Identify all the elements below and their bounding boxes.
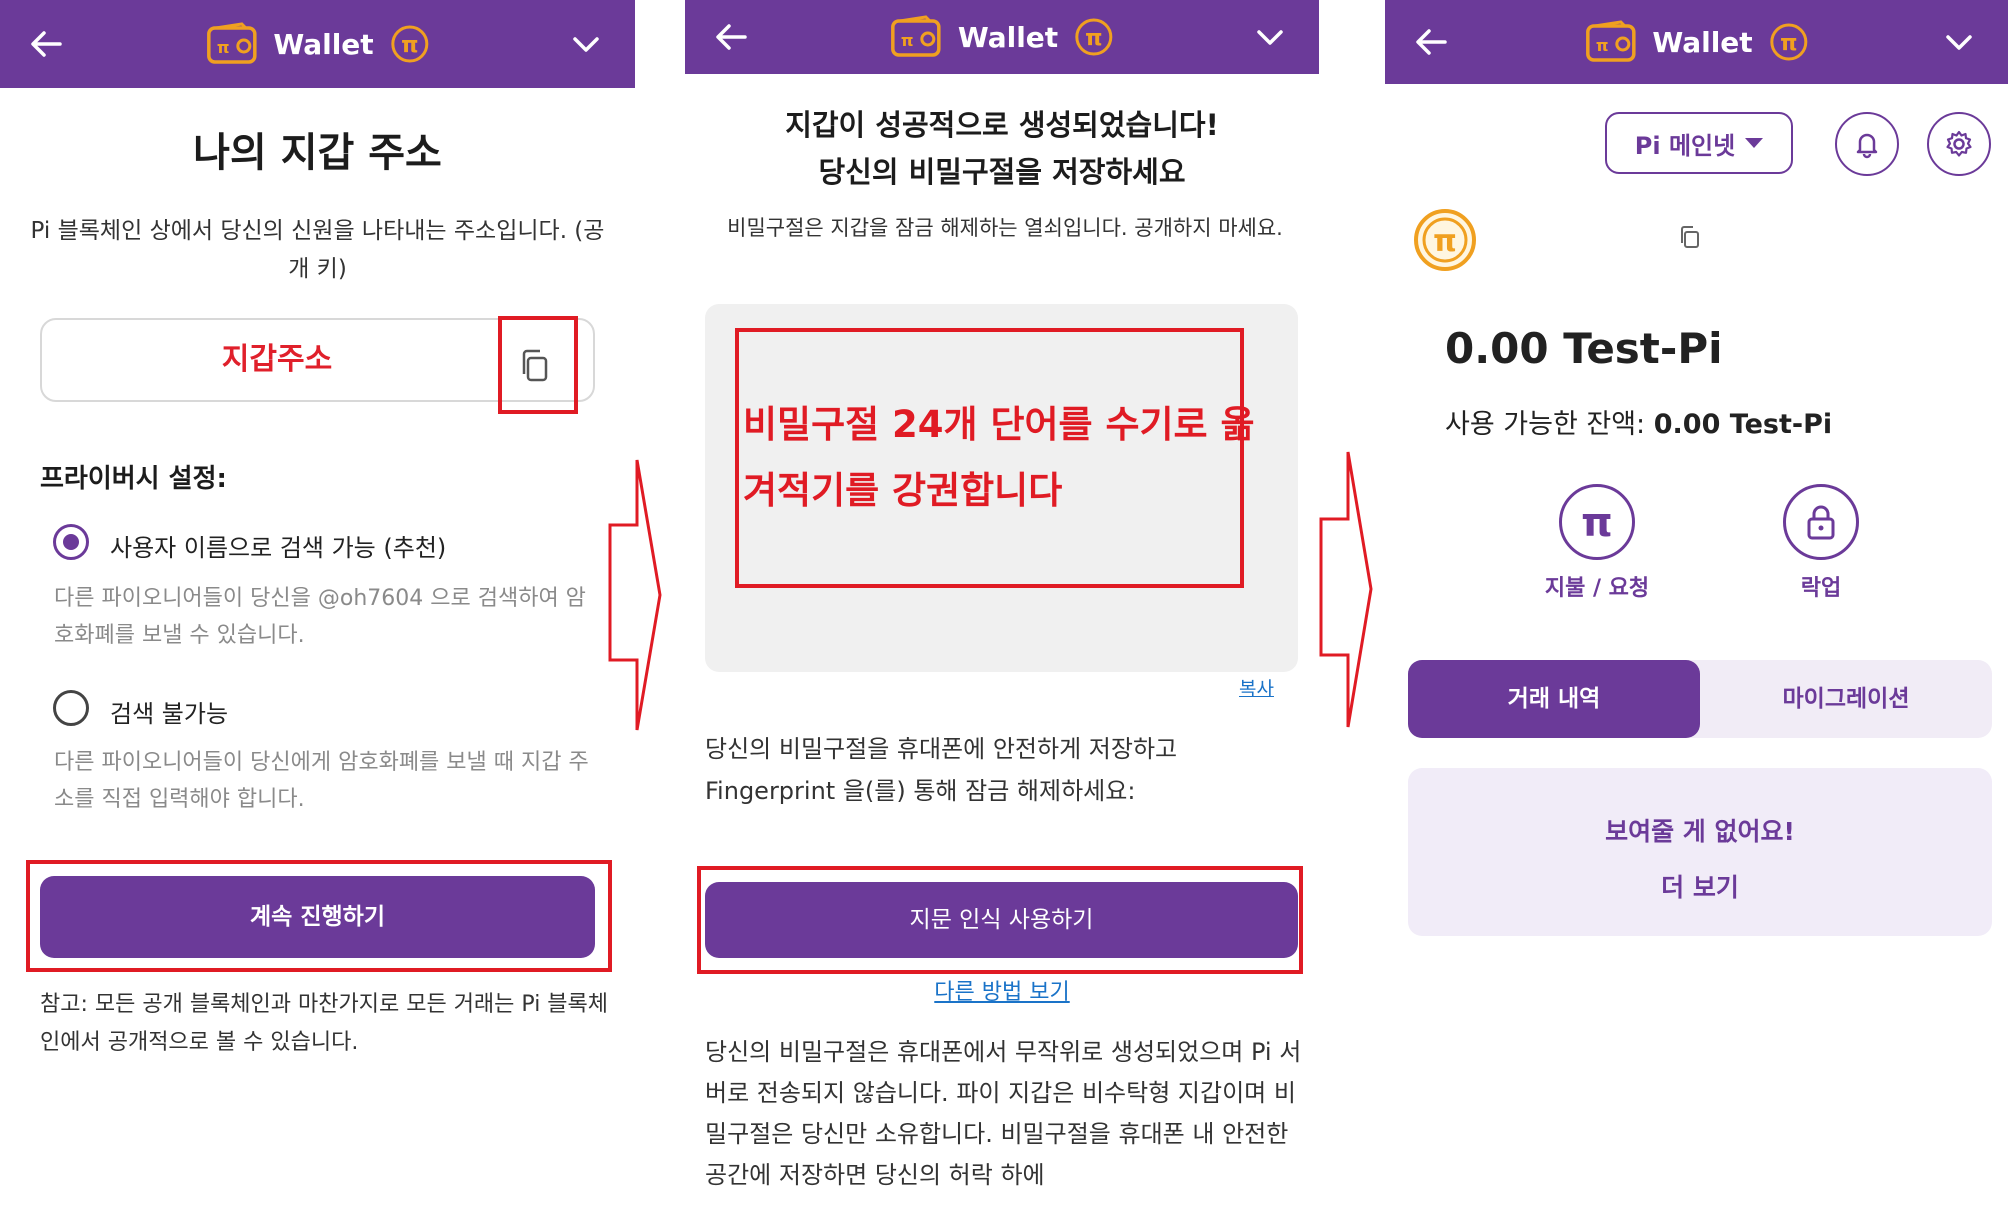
- svg-text:π: π: [1780, 31, 1797, 56]
- success-title-line1: 지갑이 성공적으로 생성되었습니다!: [785, 108, 1219, 142]
- header-title: Wallet: [273, 27, 374, 61]
- public-note: 참고: 모든 공개 블록체인과 마찬가지로 모든 거래는 Pi 블록체인에서 공…: [40, 992, 609, 1055]
- unsearchable-option-label: 검색 불가능: [110, 700, 229, 728]
- success-title: 지갑이 성공적으로 생성되었습니다! 당신의 비밀구절을 저장하세요: [685, 102, 1319, 196]
- searchable-radio[interactable]: [53, 524, 89, 560]
- passphrase-description: 비밀구절은 지갑을 잠금 해제하는 열쇠입니다. 공개하지 마세요.: [727, 216, 1283, 240]
- screen-wallet-address: π Wallet π 나의 지갑 주소 Pi 블록체인 상에서 당신의 신원을 …: [0, 0, 635, 1212]
- header-title: Wallet: [1652, 25, 1753, 59]
- svg-text:π: π: [1433, 224, 1457, 259]
- header-bar: π Wallet π: [0, 0, 635, 88]
- lockup-label: 락업: [1800, 576, 1842, 601]
- pi-coin-icon: π: [1075, 18, 1113, 56]
- network-select-label: Pi 메인넷: [1634, 131, 1736, 160]
- wallet-icon: π: [891, 15, 941, 57]
- address-description: Pi 블록체인 상에서 당신의 신원을 나타내는 주소입니다. (공개 키): [30, 218, 605, 282]
- chevron-down-icon[interactable]: [1942, 25, 1976, 59]
- copy-icon[interactable]: [1675, 222, 1705, 252]
- pay-request-button[interactable]: π: [1559, 484, 1635, 560]
- header-brand: π Wallet π: [1584, 20, 1808, 64]
- flow-arrow-2-icon: [1319, 451, 1373, 728]
- pay-request-label: 지불 / 요청: [1544, 576, 1650, 601]
- pi-coin-icon: π: [391, 25, 429, 63]
- lock-icon: [1807, 505, 1835, 540]
- empty-state-title: 보여줄 게 없어요!: [1605, 817, 1795, 846]
- balance-amount: 0.00 Test-Pi: [1445, 324, 1723, 373]
- notifications-button[interactable]: [1835, 112, 1899, 176]
- svg-text:π: π: [901, 31, 914, 50]
- pi-symbol-icon: π: [1581, 500, 1613, 545]
- header-bar: π Wallet π: [685, 0, 1319, 74]
- pi-coin-icon: π: [1770, 23, 1808, 61]
- svg-text:π: π: [401, 33, 418, 58]
- screen-wallet-home: π Wallet π Pi 메인넷 π 0.00 Test-Pi 사용 가능한 …: [1385, 0, 2008, 1212]
- gear-icon: [1946, 130, 1972, 157]
- back-arrow-icon[interactable]: [1411, 22, 1451, 62]
- bell-icon: [1856, 133, 1878, 159]
- wallet-address-label: 지갑주소: [221, 342, 333, 377]
- svg-text:π: π: [216, 38, 229, 57]
- store-instructions: 당신의 비밀구절을 휴대폰에 안전하게 저장하고 Fingerprint 을(를…: [705, 735, 1178, 805]
- copy-link[interactable]: 복사: [1239, 674, 1274, 701]
- success-title-line2: 당신의 비밀구절을 저장하세요: [818, 155, 1186, 189]
- header-brand: π Wallet π: [205, 22, 429, 66]
- see-more-link[interactable]: 더 보기: [1408, 868, 1992, 904]
- searchable-option-description: 다른 파이오니어들이 당신을 @oh7604 으로 검색하여 암호화폐를 보낼 …: [54, 586, 586, 648]
- tab-migration[interactable]: 마이그레이션: [1700, 660, 1992, 738]
- tab-transactions[interactable]: 거래 내역: [1408, 660, 1700, 738]
- available-balance-label: 사용 가능한 잔액:: [1445, 409, 1646, 440]
- continue-button[interactable]: 계속 진행하기: [40, 876, 595, 958]
- wallet-icon: π: [206, 22, 257, 64]
- header-bar: π Wallet π: [1385, 0, 2008, 84]
- unsearchable-option-description: 다른 파이오니어들이 당신에게 암호화폐를 보낼 때 지갑 주소를 직접 입력해…: [54, 750, 589, 812]
- header-title: Wallet: [957, 20, 1059, 54]
- header-brand: π Wallet π: [890, 15, 1114, 59]
- caret-down-icon: [1745, 138, 1764, 148]
- back-arrow-icon[interactable]: [26, 24, 66, 64]
- svg-text:π: π: [1581, 500, 1613, 545]
- passphrase-annotation: 비밀구절 24개 단어를 수기로 옮겨적기를 강권합니다: [743, 403, 1255, 512]
- fingerprint-button[interactable]: 지문 인식 사용하기: [705, 882, 1298, 958]
- history-tabs: 거래 내역 마이그레이션: [1408, 660, 1992, 738]
- page-title: 나의 지갑 주소: [193, 130, 442, 176]
- unsearchable-radio[interactable]: [53, 690, 89, 726]
- network-select[interactable]: Pi 메인넷: [1605, 112, 1793, 174]
- searchable-option-label: 사용자 이름으로 검색 가능 (추천): [110, 534, 447, 562]
- available-balance: 사용 가능한 잔액: 0.00 Test-Pi: [1445, 402, 1832, 441]
- screen-passphrase: π Wallet π 지갑이 성공적으로 생성되었습니다! 당신의 비밀구절을 …: [685, 0, 1319, 1212]
- copy-highlight-box: [498, 316, 578, 414]
- wallet-icon: π: [1585, 20, 1636, 62]
- chevron-down-icon[interactable]: [569, 27, 603, 61]
- chevron-down-icon[interactable]: [1253, 20, 1287, 54]
- svg-text:π: π: [1085, 26, 1102, 51]
- svg-text:π: π: [1595, 36, 1608, 55]
- pi-logo-icon: π: [1414, 209, 1476, 271]
- empty-state-card: 보여줄 게 없어요! 더 보기: [1408, 768, 1992, 936]
- lockup-button[interactable]: [1783, 484, 1859, 560]
- available-balance-value: 0.00 Test-Pi: [1653, 409, 1833, 440]
- other-method-link[interactable]: 다른 방법 보기: [685, 974, 1319, 1006]
- passphrase-explanation: 당신의 비밀구절은 휴대폰에서 무작위로 생성되었으며 Pi 서버로 전송되지 …: [705, 1038, 1302, 1189]
- privacy-settings-title: 프라이버시 설정:: [40, 464, 227, 494]
- settings-button[interactable]: [1927, 112, 1991, 176]
- back-arrow-icon[interactable]: [711, 17, 751, 57]
- flow-arrow-1-icon: [608, 459, 662, 731]
